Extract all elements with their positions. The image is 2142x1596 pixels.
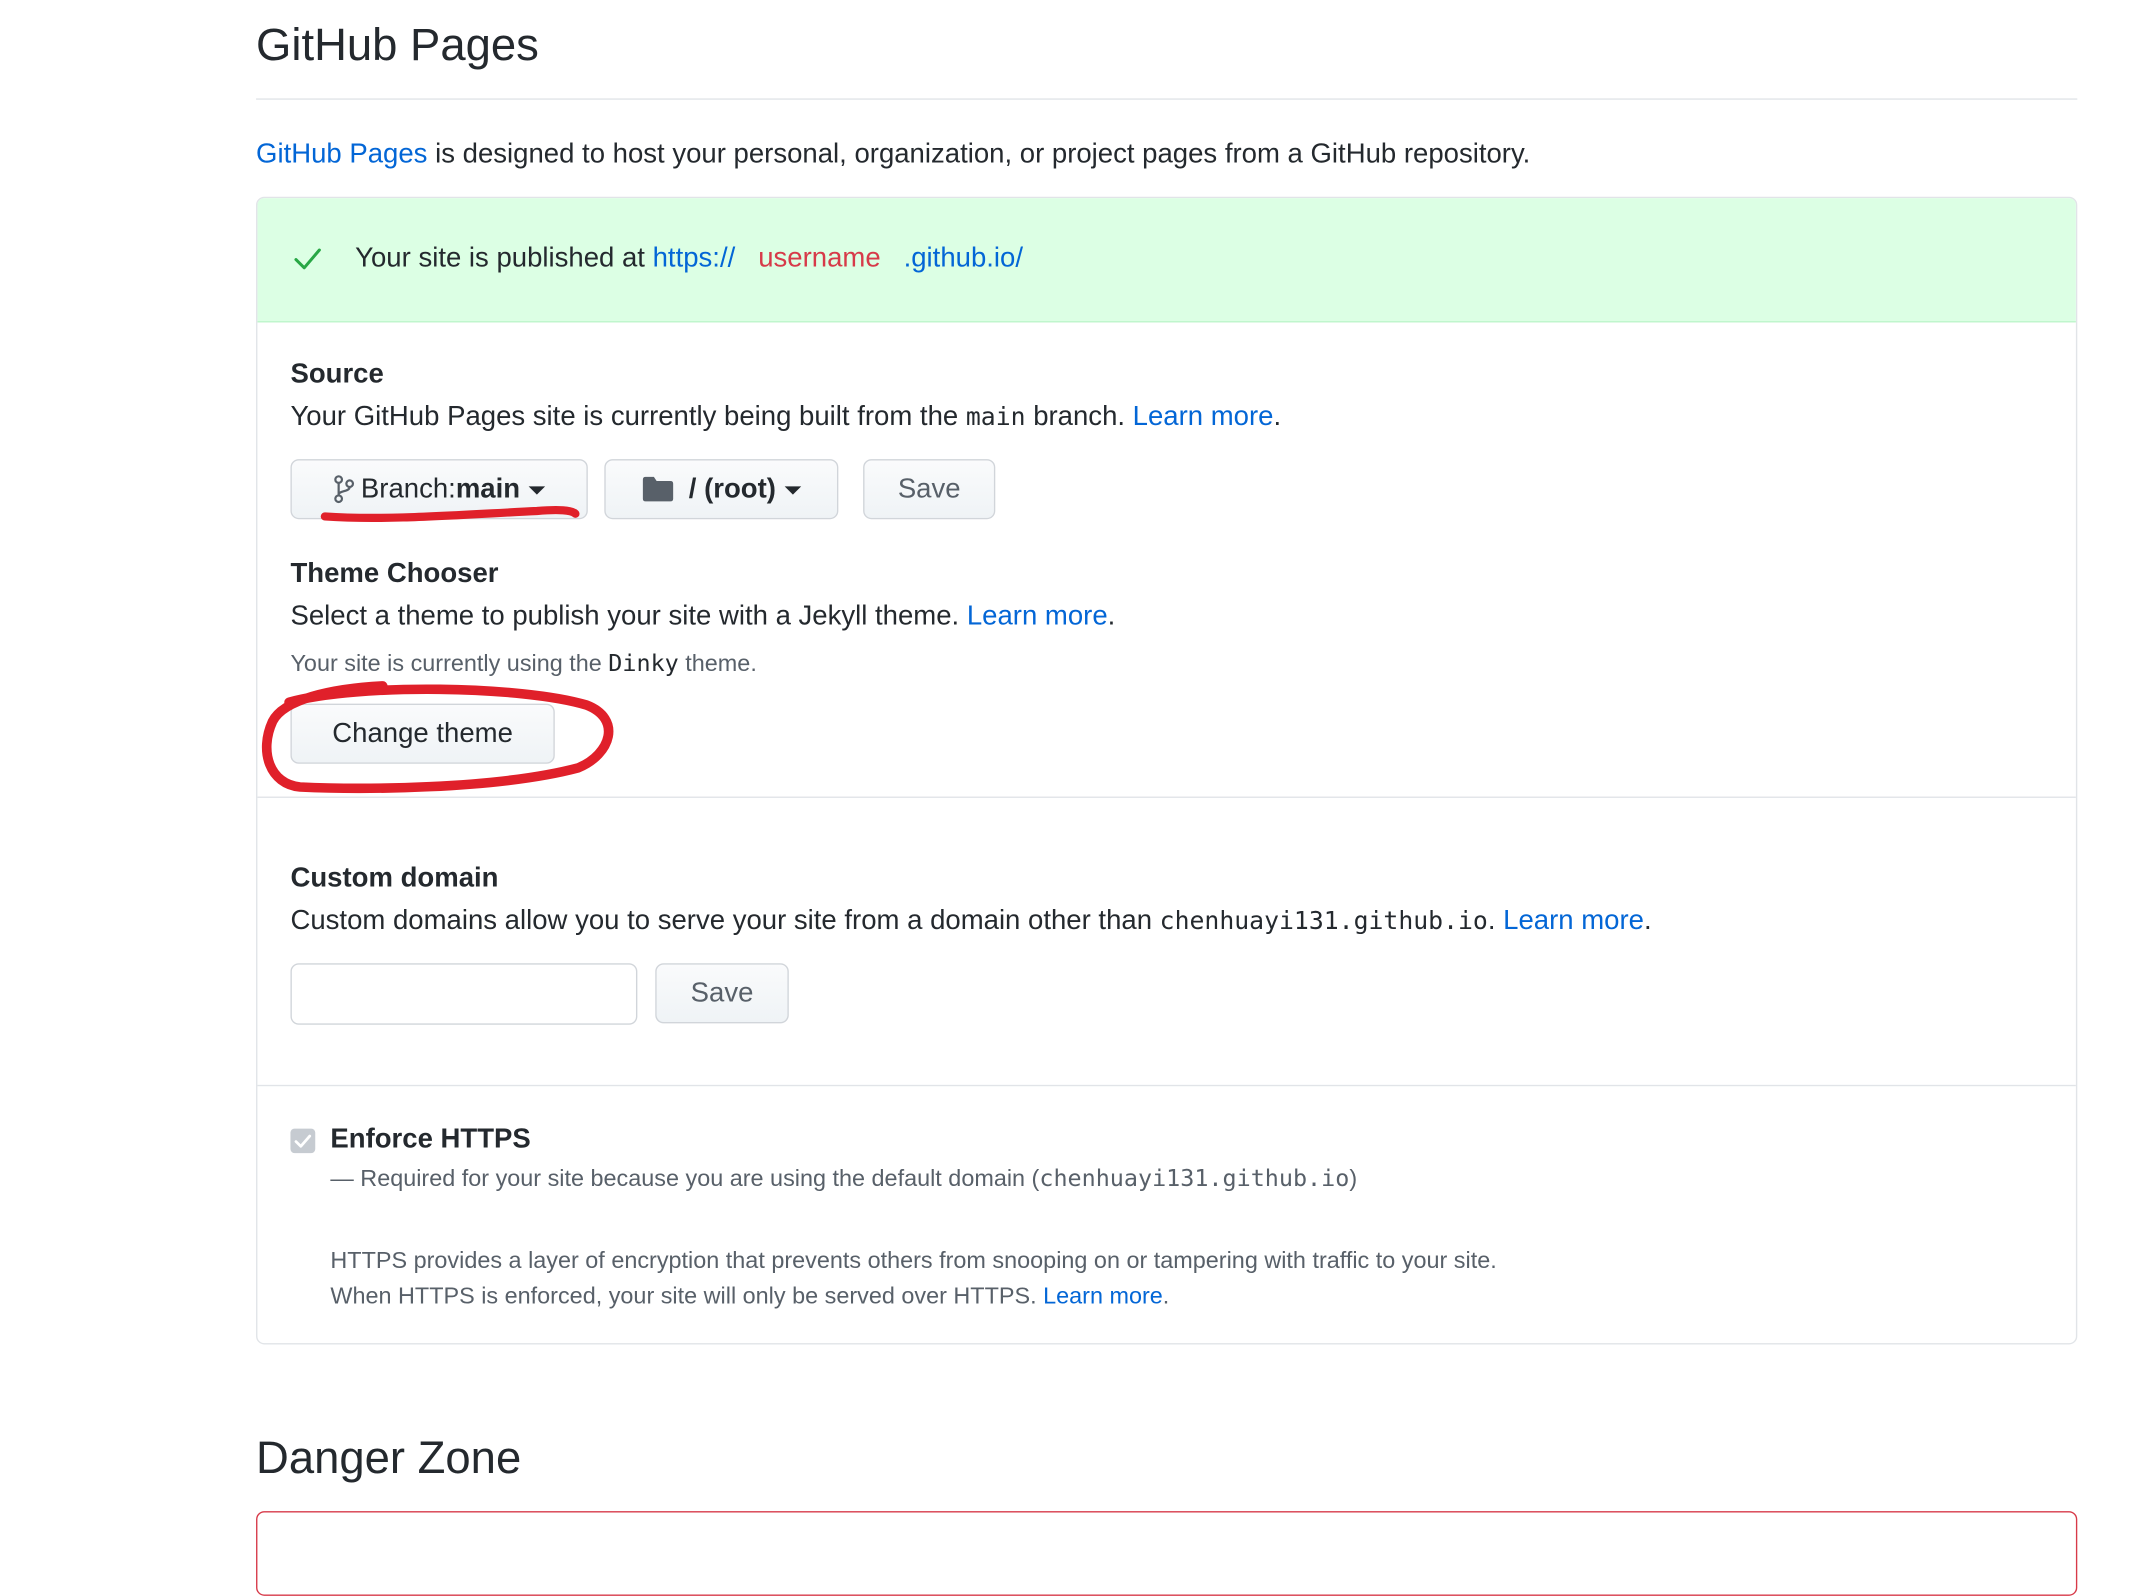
source-learn-more-link[interactable]: Learn more (1133, 402, 1274, 432)
branch-select-button[interactable]: Branch: main (290, 459, 588, 520)
pages-settings-box: Your site is published at https:// usern… (256, 196, 2078, 1345)
published-flash: Your site is published at https:// usern… (257, 198, 2076, 323)
theme-current-note: Your site is currently using the Dinky t… (290, 650, 756, 677)
github-pages-link[interactable]: GitHub Pages (256, 139, 427, 169)
danger-zone-box (256, 1511, 2078, 1596)
custom-domain-description: Custom domains allow you to serve your s… (290, 906, 1651, 937)
folder-label: / (root) (688, 473, 776, 504)
https-learn-more-link[interactable]: Learn more (1043, 1283, 1163, 1309)
https-required-note: — Required for your site because you are… (330, 1165, 1357, 1192)
theme-period: . (1107, 601, 1116, 632)
chevron-down-icon (528, 486, 545, 495)
published-prefix: Your site is published at (355, 243, 653, 274)
source-title: Source (290, 359, 384, 390)
source-text-after: branch. (1025, 401, 1133, 432)
site-url-scheme[interactable]: https:// (653, 243, 736, 273)
https-desc-line1: HTTPS provides a layer of encryption tha… (330, 1247, 1497, 1274)
branch-label: Branch: (360, 473, 456, 504)
source-text: Your GitHub Pages site is currently bein… (290, 401, 966, 432)
branch-code: main (965, 403, 1026, 432)
https-description: HTTPS provides a layer of encryption tha… (330, 1243, 1496, 1314)
theme-description: Select a theme to publish your site with… (290, 601, 1115, 632)
section-divider (257, 1084, 2076, 1087)
custom-domain-text: Custom domains allow you to serve your s… (290, 905, 1160, 936)
https-required-suffix: ) (1349, 1165, 1358, 1192)
https-desc-line2: When HTTPS is enforced, your site will o… (330, 1279, 1496, 1315)
source-period: . (1273, 401, 1282, 432)
intro-description: is designed to host your personal, organ… (427, 139, 1531, 170)
site-url-domain[interactable]: .github.io/ (904, 243, 1023, 273)
title-divider (256, 98, 2078, 100)
danger-zone-title: Danger Zone (256, 1431, 522, 1483)
git-branch-icon (334, 475, 355, 504)
site-url-username: username (758, 243, 881, 274)
source-save-button[interactable]: Save (863, 459, 996, 520)
custom-domain-save-button[interactable]: Save (655, 963, 789, 1024)
checkmark-icon (294, 1134, 312, 1148)
custom-domain-period: . (1643, 905, 1652, 936)
custom-domain-text-after: . (1487, 905, 1504, 936)
change-theme-button[interactable]: Change theme (290, 703, 555, 764)
https-required-prefix: — Required for your site because you are… (330, 1165, 1040, 1192)
section-divider (257, 796, 2076, 798)
branch-value: main (455, 473, 521, 504)
theme-title: Theme Chooser (290, 558, 499, 589)
theme-text: Select a theme to publish your site with… (290, 601, 967, 632)
folder-icon (643, 476, 674, 502)
custom-domain-input[interactable] (290, 963, 638, 1025)
theme-name: Dinky (608, 650, 679, 678)
chevron-down-icon (784, 486, 801, 495)
https-desc-line2-text: When HTTPS is enforced, your site will o… (330, 1282, 1044, 1309)
theme-learn-more-link[interactable]: Learn more (967, 601, 1108, 631)
published-message: Your site is published at https:// usern… (355, 243, 1023, 274)
custom-domain-learn-more-link[interactable]: Learn more (1503, 906, 1644, 936)
enforce-https-checkbox[interactable] (290, 1128, 316, 1154)
https-period: . (1162, 1282, 1170, 1309)
default-domain: chenhuayi131.github.io (1159, 907, 1488, 936)
intro-text: GitHub Pages is designed to host your pe… (256, 139, 1530, 170)
page-title: GitHub Pages (256, 19, 539, 70)
theme-note-text: Your site is currently using the (290, 650, 609, 677)
source-description: Your GitHub Pages site is currently bein… (290, 402, 1281, 433)
https-domain: chenhuayi131.github.io (1039, 1165, 1350, 1193)
check-icon (294, 248, 321, 270)
theme-note-after: theme. (678, 650, 757, 677)
page: GitHub Pages GitHub Pages is designed to… (0, 0, 2142, 1596)
folder-select-button[interactable]: / (root) (604, 459, 839, 520)
custom-domain-title: Custom domain (290, 863, 499, 894)
enforce-https-title: Enforce HTTPS (330, 1124, 531, 1155)
